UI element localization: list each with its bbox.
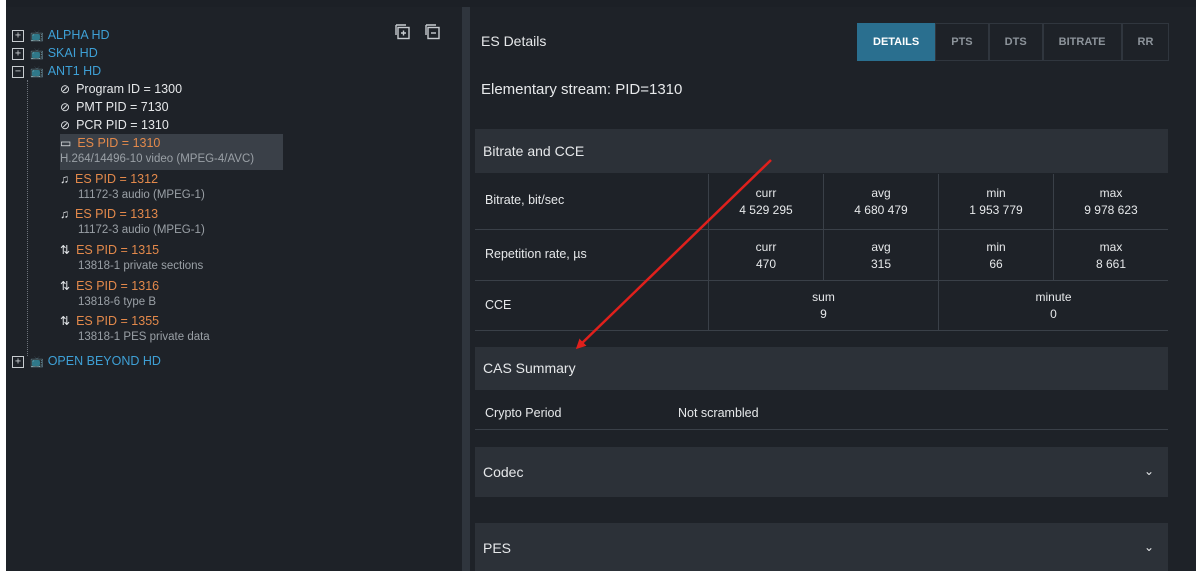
tree-connector: [27, 80, 28, 356]
tab-rr[interactable]: RR: [1121, 23, 1170, 61]
tree-service-ant1[interactable]: − 📺 ANT1 HD: [12, 62, 452, 80]
cas-section-header[interactable]: CAS Summary: [475, 347, 1168, 390]
data-icon: ⇅: [60, 279, 71, 293]
item-sublabel: 13818-1 PES private data: [78, 331, 210, 343]
tab-bitrate[interactable]: BITRATE: [1042, 23, 1122, 61]
stream-tree: + 📺 ALPHA HD + 📺 SKAI HD − 📺 ANT1 HD ⊘ Program …: [12, 26, 452, 370]
tab-dts[interactable]: DTS: [988, 23, 1043, 61]
audio-icon: ♫: [60, 172, 69, 186]
expand-icon[interactable]: +: [12, 47, 24, 60]
service-label: ALPHA HD: [47, 28, 110, 42]
tree-item-pmt-pid[interactable]: ⊘ PMT PID = 7130: [60, 98, 169, 116]
item-sublabel: H.264/14496-10 video (MPEG-4/AVC): [60, 153, 255, 165]
tree-item-es-1315[interactable]: ⇅ ES PID = 1315 13818-1 private sections: [60, 241, 203, 275]
tag-icon: ⊘: [60, 100, 71, 114]
tree-item-es-1316[interactable]: ⇅ ES PID = 1316 13818-6 type B: [60, 277, 159, 311]
bitrate-table: Bitrate, bit/sec curr 4 529 295 avg 4 680 …: [475, 174, 1168, 331]
table-row: CCE sum 9 minute 0: [475, 281, 1168, 331]
bitrate-curr-cell: curr 4 529 295: [708, 174, 823, 229]
item-sublabel: 11172-3 audio (MPEG-1): [78, 189, 205, 201]
item-label: Program ID = 1300: [76, 82, 183, 96]
tag-icon: ⊘: [60, 82, 71, 96]
service-label: ANT1 HD: [47, 64, 102, 78]
cce-minute-cell: minute 0: [938, 281, 1168, 330]
row-label: CCE: [485, 298, 512, 312]
section-title: Bitrate and CCE: [483, 143, 585, 159]
cas-value: Not scrambled: [678, 406, 759, 420]
codec-section-header[interactable]: Codec ⌄: [475, 447, 1168, 497]
item-label: PCR PID = 1310: [76, 118, 169, 132]
bitrate-max-cell: max 9 978 623: [1053, 174, 1168, 229]
service-label: OPEN BEYOND HD: [47, 354, 161, 368]
tree-item-program-id[interactable]: ⊘ Program ID = 1300: [60, 80, 182, 98]
collapse-icon[interactable]: −: [12, 65, 24, 78]
row-label: Bitrate, bit/sec: [485, 193, 565, 207]
stream-title: Elementary stream: PID=1310: [481, 81, 683, 98]
data-icon: ⇅: [60, 243, 71, 257]
cas-key: Crypto Period: [485, 406, 562, 420]
details-tabs: DETAILS PTS DTS BITRATE RR: [857, 23, 1170, 61]
section-title: CAS Summary: [483, 360, 576, 376]
tree-item-es-1312[interactable]: ♫ ES PID = 1312 11172-3 audio (MPEG-1): [60, 170, 205, 204]
app-window: + 📺 ALPHA HD + 📺 SKAI HD − 📺 ANT1 HD ⊘ Program …: [6, 7, 1196, 571]
item-label: ES PID = 1312: [75, 172, 159, 186]
item-label: ES PID = 1313: [75, 207, 159, 221]
cce-sum-cell: sum 9: [708, 281, 938, 330]
expand-icon[interactable]: +: [12, 355, 24, 368]
item-label: ES PID = 1315: [76, 243, 160, 257]
item-label: ES PID = 1316: [76, 279, 160, 293]
tv-icon: 📺: [30, 48, 44, 60]
item-sublabel: 11172-3 audio (MPEG-1): [78, 224, 205, 236]
rr-max-cell: max 8 661: [1053, 230, 1168, 280]
item-sublabel: 13818-1 private sections: [78, 260, 204, 272]
data-icon: ⇅: [60, 314, 71, 328]
table-row: Repetition rate, µs curr 470 avg 315 min 66…: [475, 230, 1168, 281]
tree-item-pcr-pid[interactable]: ⊘ PCR PID = 1310: [60, 116, 169, 134]
chevron-down-icon[interactable]: ⌄: [1144, 540, 1154, 554]
section-title: PES: [483, 540, 512, 556]
ant1-children: ⊘ Program ID = 1300 ⊘ PMT PID = 7130 ⊘ PCR …: [12, 80, 452, 360]
chevron-down-icon[interactable]: ⌄: [1144, 464, 1154, 478]
tag-icon: ⊘: [60, 118, 71, 132]
panel-title: ES Details: [481, 33, 547, 49]
rr-min-cell: min 66: [938, 230, 1053, 280]
tv-icon: 📺: [30, 30, 44, 42]
bitrate-avg-cell: avg 4 680 479: [823, 174, 938, 229]
item-label: PMT PID = 7130: [76, 100, 169, 114]
table-row: Bitrate, bit/sec curr 4 529 295 avg 4 680 …: [475, 174, 1168, 230]
cas-row: Crypto Period Not scrambled: [475, 397, 1168, 430]
service-label: SKAI HD: [47, 46, 98, 60]
expand-icon[interactable]: +: [12, 29, 24, 42]
tab-pts[interactable]: PTS: [935, 23, 989, 61]
tree-service-open-beyond[interactable]: + 📺 OPEN BEYOND HD: [12, 352, 452, 370]
tree-item-es-1313[interactable]: ♫ ES PID = 1313 11172-3 audio (MPEG-1): [60, 205, 205, 239]
item-label: ES PID = 1310: [77, 136, 161, 150]
tree-item-es-1310[interactable]: ▭ ES PID = 1310 H.264/14496-10 video (MPE…: [60, 134, 254, 168]
rr-avg-cell: avg 315: [823, 230, 938, 280]
pes-section-header[interactable]: PES ⌄: [475, 523, 1168, 571]
item-label: ES PID = 1355: [76, 314, 160, 328]
row-label: Repetition rate, µs: [485, 247, 587, 261]
bitrate-min-cell: min 1 953 779: [938, 174, 1053, 229]
pane-splitter[interactable]: [462, 7, 470, 571]
section-title: Codec: [483, 464, 524, 480]
item-sublabel: 13818-6 type B: [78, 296, 157, 308]
stream-tree-pane: + 📺 ALPHA HD + 📺 SKAI HD − 📺 ANT1 HD ⊘ Program …: [6, 7, 462, 571]
tv-icon: 📺: [30, 356, 44, 368]
bitrate-section-header[interactable]: Bitrate and CCE: [475, 129, 1168, 173]
tree-service-alpha[interactable]: + 📺 ALPHA HD: [12, 26, 452, 44]
rr-curr-cell: curr 470: [708, 230, 823, 280]
tree-item-es-1355[interactable]: ⇅ ES PID = 1355 13818-1 PES private data: [60, 312, 210, 346]
tab-details[interactable]: DETAILS: [857, 23, 936, 61]
es-details-pane: ES Details DETAILS PTS DTS BITRATE RR El…: [470, 7, 1196, 571]
tree-service-skai[interactable]: + 📺 SKAI HD: [12, 44, 452, 62]
top-bar: [6, 0, 1196, 7]
audio-icon: ♫: [60, 207, 69, 221]
tv-icon: 📺: [30, 66, 44, 78]
